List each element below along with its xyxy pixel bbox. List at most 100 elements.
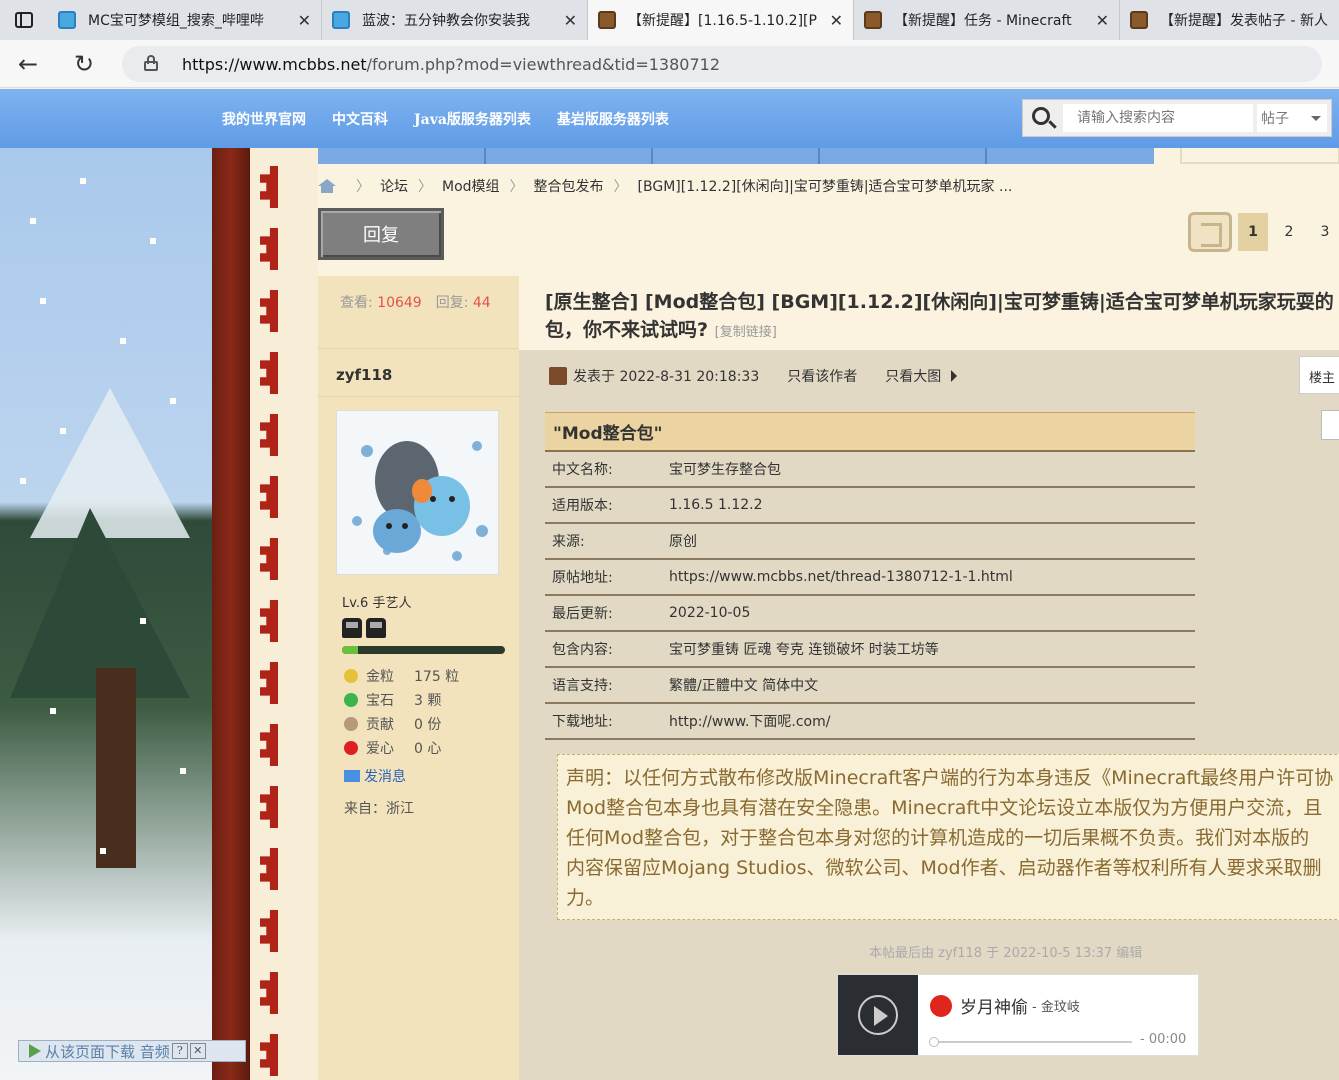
mudkip-avatar-image xyxy=(337,411,498,574)
edit-note: 本帖最后由 zyf118 于 2022-10-5 13:37 编辑 xyxy=(869,946,1143,961)
download-link[interactable]: http://www.下面呢.com/ xyxy=(669,711,1195,731)
url-path: /forum.php?mod=viewthread&tid=1380712 xyxy=(366,54,720,74)
close-tab-icon[interactable]: ✕ xyxy=(298,11,311,30)
copy-link-button[interactable]: [复制链接] xyxy=(715,325,777,340)
search-scope-select[interactable]: 帖子 xyxy=(1257,104,1327,132)
brick-wall-decoration xyxy=(212,148,250,1080)
page-3[interactable]: 3 xyxy=(1310,213,1339,251)
table-key: 来源: xyxy=(552,534,585,550)
floor-badge[interactable]: 楼主 xyxy=(1299,356,1339,394)
breadcrumb-forum[interactable]: 论坛 xyxy=(380,176,408,196)
caret-right-icon[interactable] xyxy=(951,370,958,382)
envelope-icon xyxy=(344,770,360,782)
back-to-list-icon[interactable] xyxy=(1188,212,1232,252)
breadcrumb-separator: 〉 xyxy=(613,179,628,195)
album-cover xyxy=(838,975,918,1055)
refresh-button[interactable]: ↻ xyxy=(56,40,112,88)
ladder-rung xyxy=(260,228,278,270)
credit-value: 0 心 xyxy=(414,741,442,757)
snowflake xyxy=(30,218,36,224)
ladder-rung xyxy=(260,476,278,518)
tab-title: 蓝波：五分钟教会你安装我 xyxy=(362,13,530,29)
reply-button[interactable]: 回复 xyxy=(318,208,444,260)
post-column: [原生整合] [Mod整合包] [BGM][1.12.2][休闲向]|宝可梦重铸… xyxy=(519,276,1339,1080)
nav-link-bedrock-servers[interactable]: 基岩版服务器列表 xyxy=(557,109,669,129)
home-icon[interactable] xyxy=(318,179,336,193)
nav-link-official-site[interactable]: 我的世界官网 xyxy=(222,109,306,129)
browser-tab-1[interactable]: MC宝可梦模组_搜索_哔哩哔 ✕ xyxy=(48,0,322,40)
bilibili-icon xyxy=(332,11,350,29)
table-key: 下载地址: xyxy=(552,714,613,730)
close-tab-icon[interactable]: ✕ xyxy=(564,11,577,30)
minecart-medal-icon[interactable] xyxy=(342,618,362,638)
minecraft-chest-icon xyxy=(1130,11,1148,29)
xp-progress-fill xyxy=(342,646,359,654)
snowflake xyxy=(180,768,186,774)
send-message-link[interactable]: 发消息 xyxy=(344,766,406,786)
author-name[interactable]: zyf118 xyxy=(336,366,392,384)
page-1[interactable]: 1 xyxy=(1238,213,1268,251)
browser-tab-2[interactable]: 蓝波：五分钟教会你安装我 ✕ xyxy=(322,0,588,40)
minecart-medal-icon[interactable] xyxy=(366,618,386,638)
song-title: 岁月神偷 xyxy=(960,998,1028,1018)
contribution-icon xyxy=(344,717,358,731)
back-button[interactable]: ← xyxy=(0,40,56,88)
chevron-down-icon xyxy=(1311,116,1321,121)
send-message-label: 发消息 xyxy=(364,769,406,785)
browser-tab-3-active[interactable]: 【新提醒】[1.16.5-1.10.2][P ✕ xyxy=(588,0,854,40)
tab-title: 【新提醒】任务 - Minecraft xyxy=(894,13,1072,29)
ladder-rung xyxy=(260,290,278,332)
search-input[interactable] xyxy=(1063,104,1253,132)
sidebar-toggle-icon xyxy=(15,12,33,28)
browser-tab-4[interactable]: 【新提醒】任务 - Minecraft ✕ xyxy=(854,0,1120,40)
credit-row: 爱心 0 心 xyxy=(344,736,459,760)
snowflake xyxy=(50,708,56,714)
breadcrumb-separator: 〉 xyxy=(356,179,370,195)
song-title-row: 岁月神偷 - 金玟岐 xyxy=(930,993,1080,1018)
breadcrumb: 〉 论坛 〉 Mod模组 〉 整合包发布 〉 [BGM][1.12.2][休闲向… xyxy=(318,176,1012,196)
nav-link-wiki[interactable]: 中文百科 xyxy=(332,109,388,129)
play-button[interactable] xyxy=(858,995,898,1035)
table-key: 语言支持: xyxy=(552,678,613,694)
user-online-icon xyxy=(549,367,567,385)
close-tab-icon[interactable]: ✕ xyxy=(1096,11,1109,30)
tab-actions-button[interactable] xyxy=(0,0,48,40)
help-button[interactable]: ? xyxy=(171,1043,188,1059)
original-post-link[interactable]: https://www.mcbbs.net/thread-1380712-1-1… xyxy=(669,569,1195,585)
search-icon[interactable] xyxy=(1023,99,1063,137)
divider xyxy=(318,348,519,349)
song-artist: - 金玟岐 xyxy=(1032,1000,1080,1015)
views-stat: 查看: 10649 xyxy=(340,292,422,312)
breadcrumb-modpack[interactable]: 整合包发布 xyxy=(534,176,604,196)
nav-link-java-servers[interactable]: Java版服务器列表 xyxy=(414,109,531,129)
url-field[interactable]: https://www.mcbbs.net/forum.php?mod=view… xyxy=(122,46,1322,82)
page-2[interactable]: 2 xyxy=(1274,213,1304,251)
lock-icon xyxy=(144,55,158,71)
audio-download-bar[interactable]: 从该页面下载 音频 ? ✕ xyxy=(18,1040,246,1062)
close-tab-icon[interactable]: ✕ xyxy=(830,11,843,30)
table-value: 原创 xyxy=(669,534,697,550)
ladder-rung xyxy=(260,786,278,828)
progress-track[interactable] xyxy=(929,1037,1132,1047)
breadcrumb-mod[interactable]: Mod模组 xyxy=(442,176,500,196)
table-value: 1.16.5 1.12.2 xyxy=(669,497,763,513)
replies-count: 44 xyxy=(472,295,491,311)
only-author-link[interactable]: 只看该作者 xyxy=(787,366,857,386)
forum-content: 〉 论坛 〉 Mod模组 〉 整合包发布 〉 [BGM][1.12.2][休闲向… xyxy=(318,148,1339,1080)
disclaimer-notice: 声明：以任何方式散布修改版Minecraft客户端的行为本身违反《Minecra… xyxy=(557,754,1339,920)
ladder-rung xyxy=(260,166,278,208)
tree-trunk-decoration xyxy=(96,668,136,868)
notice-line: 力。 xyxy=(566,887,605,909)
avatar[interactable] xyxy=(336,410,499,575)
snowflake xyxy=(140,618,146,624)
emerald-icon xyxy=(344,693,358,707)
progress-handle[interactable] xyxy=(929,1037,939,1047)
breadcrumb-thread[interactable]: [BGM][1.12.2][休闲向]|宝可梦重铸|适合宝可梦单机玩家 ... xyxy=(638,176,1013,196)
snowflake xyxy=(60,428,66,434)
credit-row: 金粒 175 粒 xyxy=(344,664,459,688)
gold-nugget-icon xyxy=(344,669,358,683)
only-big-images-link[interactable]: 只看大图 xyxy=(885,366,941,386)
browser-tab-5[interactable]: 【新提醒】发表帖子 - 新人 xyxy=(1120,0,1339,40)
close-button[interactable]: ✕ xyxy=(189,1043,206,1059)
snowflake xyxy=(100,848,106,854)
